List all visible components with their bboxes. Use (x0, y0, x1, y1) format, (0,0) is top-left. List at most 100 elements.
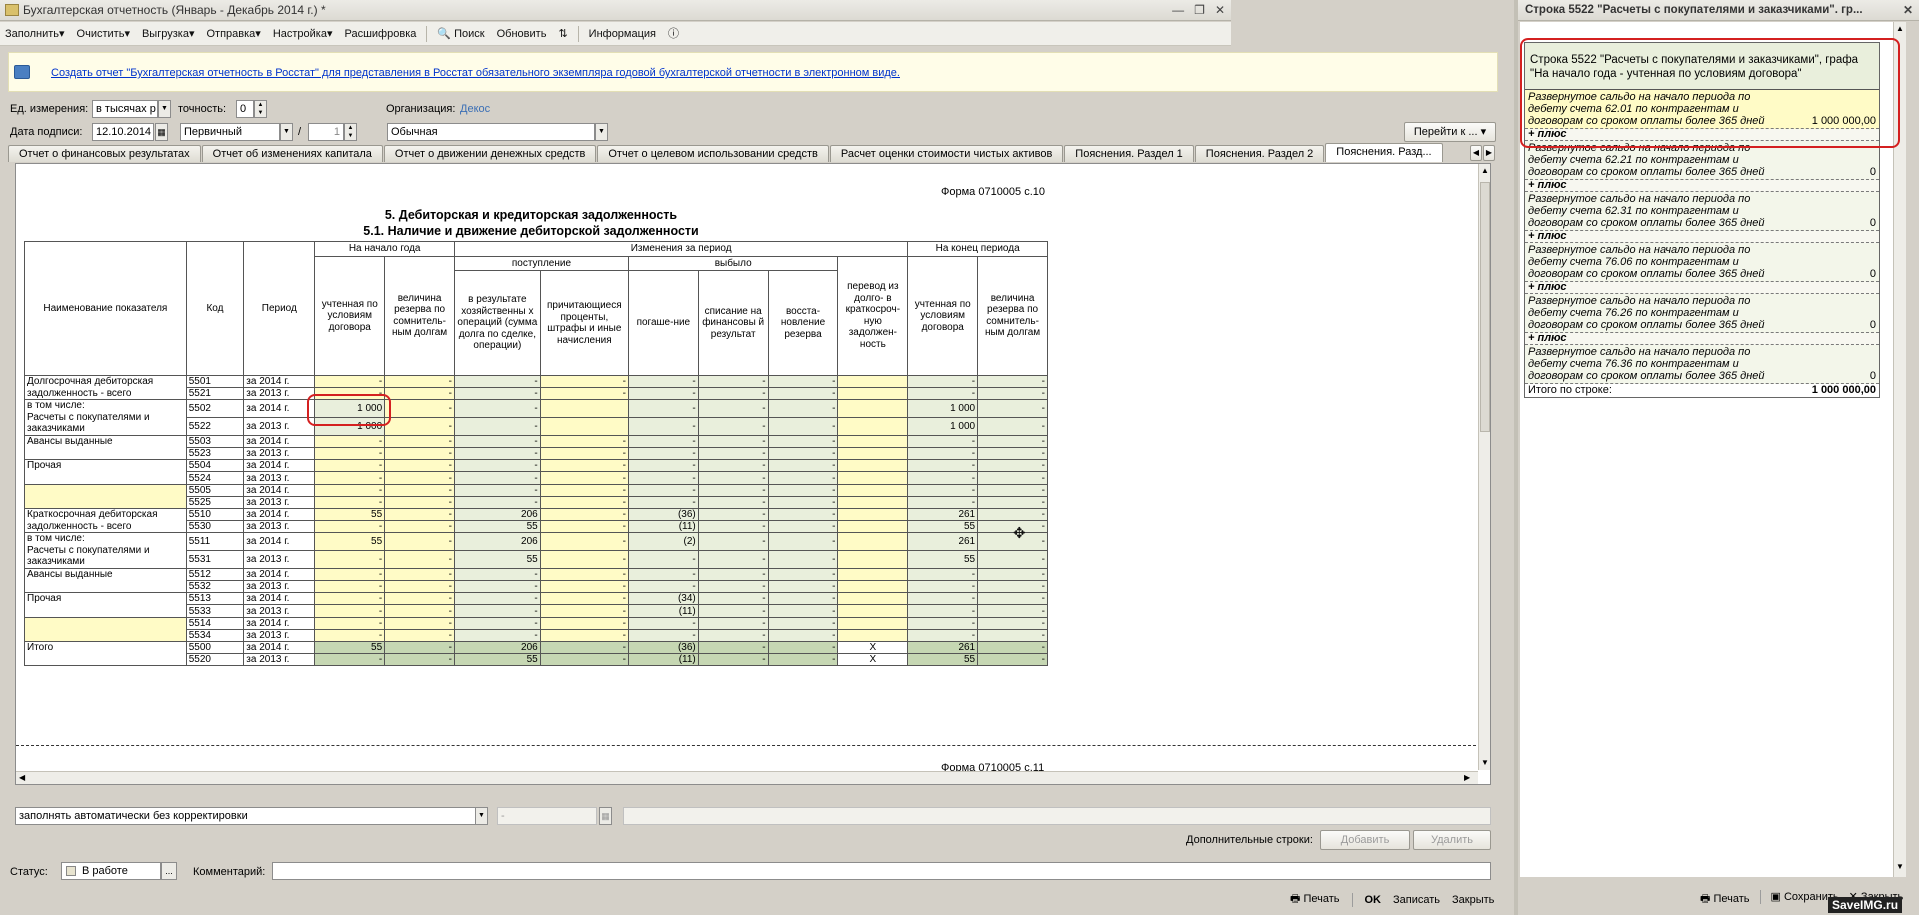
value-cell[interactable]: - (697, 483, 769, 497)
value-cell[interactable]: - (767, 447, 839, 461)
value-cell[interactable]: - (384, 640, 455, 655)
value-cell[interactable] (539, 399, 629, 419)
value-cell[interactable]: - (627, 567, 699, 582)
value-cell[interactable]: - (314, 483, 386, 497)
value-cell[interactable]: (2) (627, 532, 699, 552)
value-cell[interactable]: - (627, 580, 699, 594)
value-cell[interactable]: - (697, 374, 769, 389)
value-cell[interactable]: - (314, 434, 386, 449)
value-cell[interactable]: - (384, 616, 455, 630)
value-cell[interactable]: - (767, 567, 839, 582)
tab-3[interactable]: Отчет о целевом использовании средств (597, 145, 829, 162)
toolbar-7-button[interactable]: Обновить (492, 24, 552, 44)
value-cell[interactable] (837, 520, 909, 534)
value-cell[interactable]: - (627, 616, 699, 630)
value-cell[interactable]: - (453, 483, 541, 497)
scroll-down-icon[interactable]: ▼ (1896, 862, 1904, 871)
value-cell[interactable]: - (767, 592, 839, 606)
tab-0[interactable]: Отчет о финансовых результатах (8, 145, 201, 162)
value-cell[interactable]: - (977, 434, 1048, 449)
value-cell[interactable]: - (314, 567, 386, 582)
value-cell[interactable]: - (697, 580, 769, 594)
value-cell[interactable] (837, 447, 909, 461)
tab-7[interactable]: Пояснения. Разд... (1325, 143, 1443, 162)
value-cell[interactable] (539, 417, 629, 436)
comment-input[interactable] (272, 862, 1491, 880)
value-cell[interactable]: - (539, 520, 629, 534)
value-cell[interactable]: - (977, 550, 1048, 569)
value-cell[interactable]: - (314, 447, 386, 461)
value-cell[interactable]: 55 (907, 550, 979, 569)
value-cell[interactable]: 55 (453, 520, 541, 534)
close-icon[interactable]: ✕ (1903, 3, 1919, 17)
value-cell[interactable]: 55 (453, 653, 541, 667)
value-cell[interactable]: - (907, 567, 979, 582)
value-cell[interactable]: - (453, 417, 541, 436)
value-cell[interactable]: - (977, 507, 1048, 522)
value-cell[interactable]: - (627, 459, 699, 473)
value-cell[interactable]: - (539, 459, 629, 473)
value-cell[interactable]: - (627, 387, 699, 401)
decryption-row[interactable]: Развернутое сальдо на начало периода по д… (1525, 192, 1879, 231)
value-cell[interactable] (837, 507, 909, 522)
value-cell[interactable]: - (539, 628, 629, 643)
value-cell[interactable]: - (697, 417, 769, 436)
report-kind-select[interactable]: Первичный (180, 123, 280, 141)
value-cell[interactable]: (36) (627, 640, 699, 655)
vertical-scroll-thumb[interactable] (1480, 182, 1490, 432)
horizontal-scrollbar[interactable]: ◀ ▶ (16, 771, 1478, 784)
value-cell[interactable]: - (384, 417, 455, 436)
value-cell[interactable]: - (384, 604, 455, 618)
value-cell[interactable]: - (384, 507, 455, 522)
value-cell[interactable]: 261 (907, 507, 979, 522)
close-button[interactable]: Закрыть (1452, 894, 1494, 906)
help-icon[interactable]: ⓘ (663, 24, 684, 44)
report-sheet[interactable]: Форма 0710005 с.10 5. Дебиторская и кред… (15, 163, 1491, 785)
value-cell[interactable]: - (453, 434, 541, 449)
toolbar-2-button[interactable]: Выгрузка▾ (137, 24, 200, 44)
value-cell[interactable]: - (907, 447, 979, 461)
value-cell[interactable] (837, 616, 909, 630)
value-cell[interactable]: - (539, 580, 629, 594)
value-cell[interactable]: - (767, 628, 839, 643)
value-cell[interactable]: - (767, 640, 839, 655)
value-cell[interactable]: - (977, 604, 1048, 618)
value-cell[interactable]: - (697, 653, 769, 667)
value-cell[interactable]: 1 000 (907, 417, 979, 436)
value-cell[interactable]: (36) (627, 507, 699, 522)
value-cell[interactable]: - (907, 580, 979, 594)
add-row-button[interactable]: Добавить (1320, 830, 1410, 850)
chevron-down-icon[interactable]: ▼ (280, 123, 293, 141)
value-cell[interactable]: - (314, 471, 386, 485)
value-cell[interactable]: - (767, 495, 839, 510)
toolbar-4-button[interactable]: Настройка▾ (268, 24, 338, 44)
value-cell[interactable]: - (384, 471, 455, 485)
value-cell[interactable]: - (977, 653, 1048, 667)
units-select[interactable]: в тысячах р (92, 100, 158, 118)
value-cell[interactable]: 206 (453, 532, 541, 552)
value-cell[interactable]: - (539, 604, 629, 618)
value-cell[interactable]: - (384, 628, 455, 643)
value-cell[interactable]: - (907, 387, 979, 401)
value-cell[interactable]: - (977, 471, 1048, 485)
value-cell[interactable]: - (977, 592, 1048, 606)
value-cell[interactable] (837, 417, 909, 436)
value-cell[interactable]: - (767, 532, 839, 552)
right-print-button[interactable]: 🖶 Печать (1700, 890, 1750, 909)
value-cell[interactable]: 206 (453, 640, 541, 655)
decryption-row[interactable]: Развернутое сальдо на начало периода по д… (1525, 294, 1879, 333)
value-cell[interactable]: - (627, 374, 699, 389)
value-cell[interactable]: 261 (907, 532, 979, 552)
value-cell[interactable]: - (977, 447, 1048, 461)
scroll-right-icon[interactable]: ▶ (1464, 773, 1470, 782)
value-cell[interactable]: - (907, 483, 979, 497)
chevron-down-icon[interactable]: ▼ (595, 123, 608, 141)
restore-icon[interactable]: ❐ (1194, 3, 1205, 17)
value-cell[interactable]: - (314, 592, 386, 606)
value-cell[interactable]: - (539, 550, 629, 569)
toolbar-8-button[interactable]: Информация (584, 24, 661, 44)
calendar-icon[interactable]: ▦ (155, 123, 168, 141)
right-vertical-scrollbar[interactable]: ▲ ▼ (1893, 22, 1906, 877)
value-cell[interactable]: - (697, 520, 769, 534)
tab-2[interactable]: Отчет о движении денежных средств (383, 145, 597, 162)
